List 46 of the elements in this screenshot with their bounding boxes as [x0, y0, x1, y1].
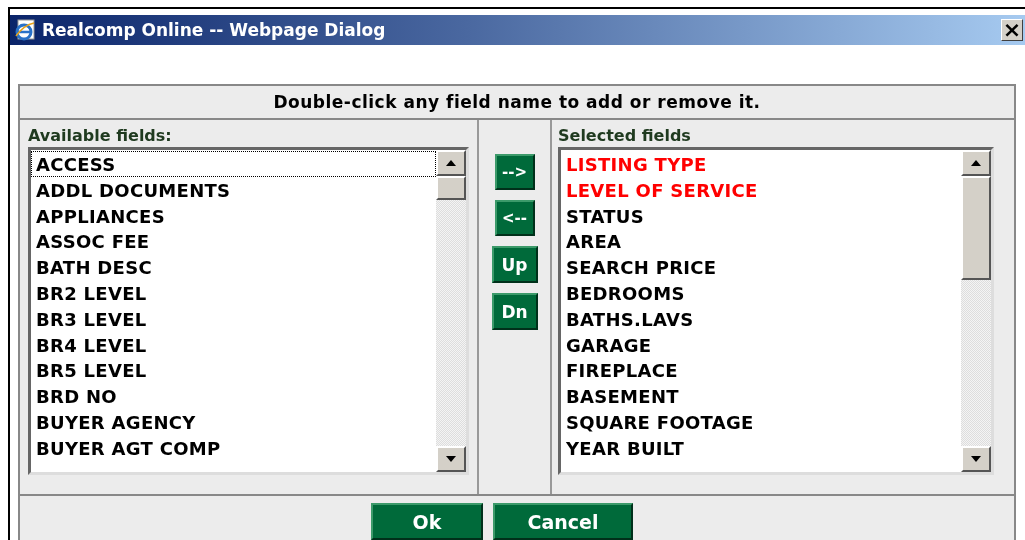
scroll-up-icon[interactable] — [436, 150, 466, 176]
browser-logo-icon — [14, 19, 36, 41]
list-item[interactable]: BUYER AGENCY — [31, 408, 436, 435]
scroll-down-icon[interactable] — [436, 446, 466, 472]
list-label: Available fields: — [28, 126, 173, 145]
window-title: Realcomp Online -- Webpage Dialog — [42, 20, 387, 40]
list-item[interactable]: STATUS — [561, 202, 961, 229]
list-item[interactable]: YEAR BUILT — [561, 434, 961, 461]
scroll-down-icon[interactable] — [961, 446, 991, 472]
list-item[interactable]: LISTING TYPE — [561, 151, 961, 177]
list-item[interactable]: BASEMENT — [561, 383, 961, 409]
list-item[interactable]: BRD NO — [31, 383, 436, 409]
scroll-up-icon[interactable] — [961, 150, 991, 176]
list-item[interactable]: BR3 LEVEL — [31, 305, 436, 332]
list-item[interactable]: BR4 LEVEL — [31, 331, 436, 358]
selected-fields-list[interactable]: LISTING TYPE LEVEL OF SERVICE STATUS AREA SEARCH PRICE BEDROOMS BATHS.LAVS GARAGE FIREPLACE BASEMENT SQUARE FOOTAGE YEAR BUILT — [558, 147, 994, 475]
list-item[interactable]: BEDROOMS — [561, 280, 961, 306]
list-item[interactable]: LEVEL OF SERVICE — [561, 176, 961, 203]
close-button[interactable]: × — [1001, 19, 1023, 41]
move-button[interactable]: --> — [494, 154, 535, 190]
move-button[interactable]: Dn — [491, 293, 538, 330]
move-button[interactable]: <-- — [494, 200, 535, 236]
move-button[interactable]: Up — [491, 246, 538, 283]
list-item[interactable]: BR2 LEVEL — [31, 280, 436, 306]
list-item[interactable]: ASSOC FEE — [31, 228, 436, 255]
scroll-thumb[interactable] — [961, 176, 991, 280]
list-item[interactable]: SEARCH PRICE — [561, 254, 961, 280]
list-item[interactable]: APPLIANCES — [31, 202, 436, 229]
list-item[interactable]: BR5 LEVEL — [31, 357, 436, 384]
list-label: Selected fields — [558, 126, 692, 145]
list-item[interactable]: ADDL DOCUMENTS — [31, 176, 436, 203]
list-item[interactable]: ACCESS — [31, 151, 436, 177]
list-item[interactable]: BATHS.LAVS — [561, 305, 961, 332]
list-item[interactable]: FIREPLACE — [561, 357, 961, 384]
available-fields-list[interactable]: ACCESS ADDL DOCUMENTS APPLIANCES ASSOC FEE BATH DESC BR2 LEVEL BR3 LEVEL BR4 LEVEL BR5 LEVEL BRD NO BUYER AGENCY BUYER AGT COMP — [28, 147, 469, 475]
scrollbar[interactable] — [436, 150, 466, 472]
list-item[interactable]: SQUARE FOOTAGE — [561, 408, 961, 435]
scrollbar[interactable] — [961, 150, 991, 472]
list-item[interactable]: BUYER AGT COMP — [31, 434, 436, 461]
list-item[interactable]: AREA — [561, 228, 961, 255]
list-item[interactable]: BATH DESC — [31, 254, 436, 280]
instruction-text: Double-click any field name to add or remove it. — [273, 92, 761, 112]
ok-button[interactable]: Ok — [371, 503, 483, 540]
scroll-thumb[interactable] — [436, 176, 466, 200]
cancel-button[interactable]: Cancel — [493, 503, 633, 540]
list-item[interactable]: GARAGE — [561, 331, 961, 358]
